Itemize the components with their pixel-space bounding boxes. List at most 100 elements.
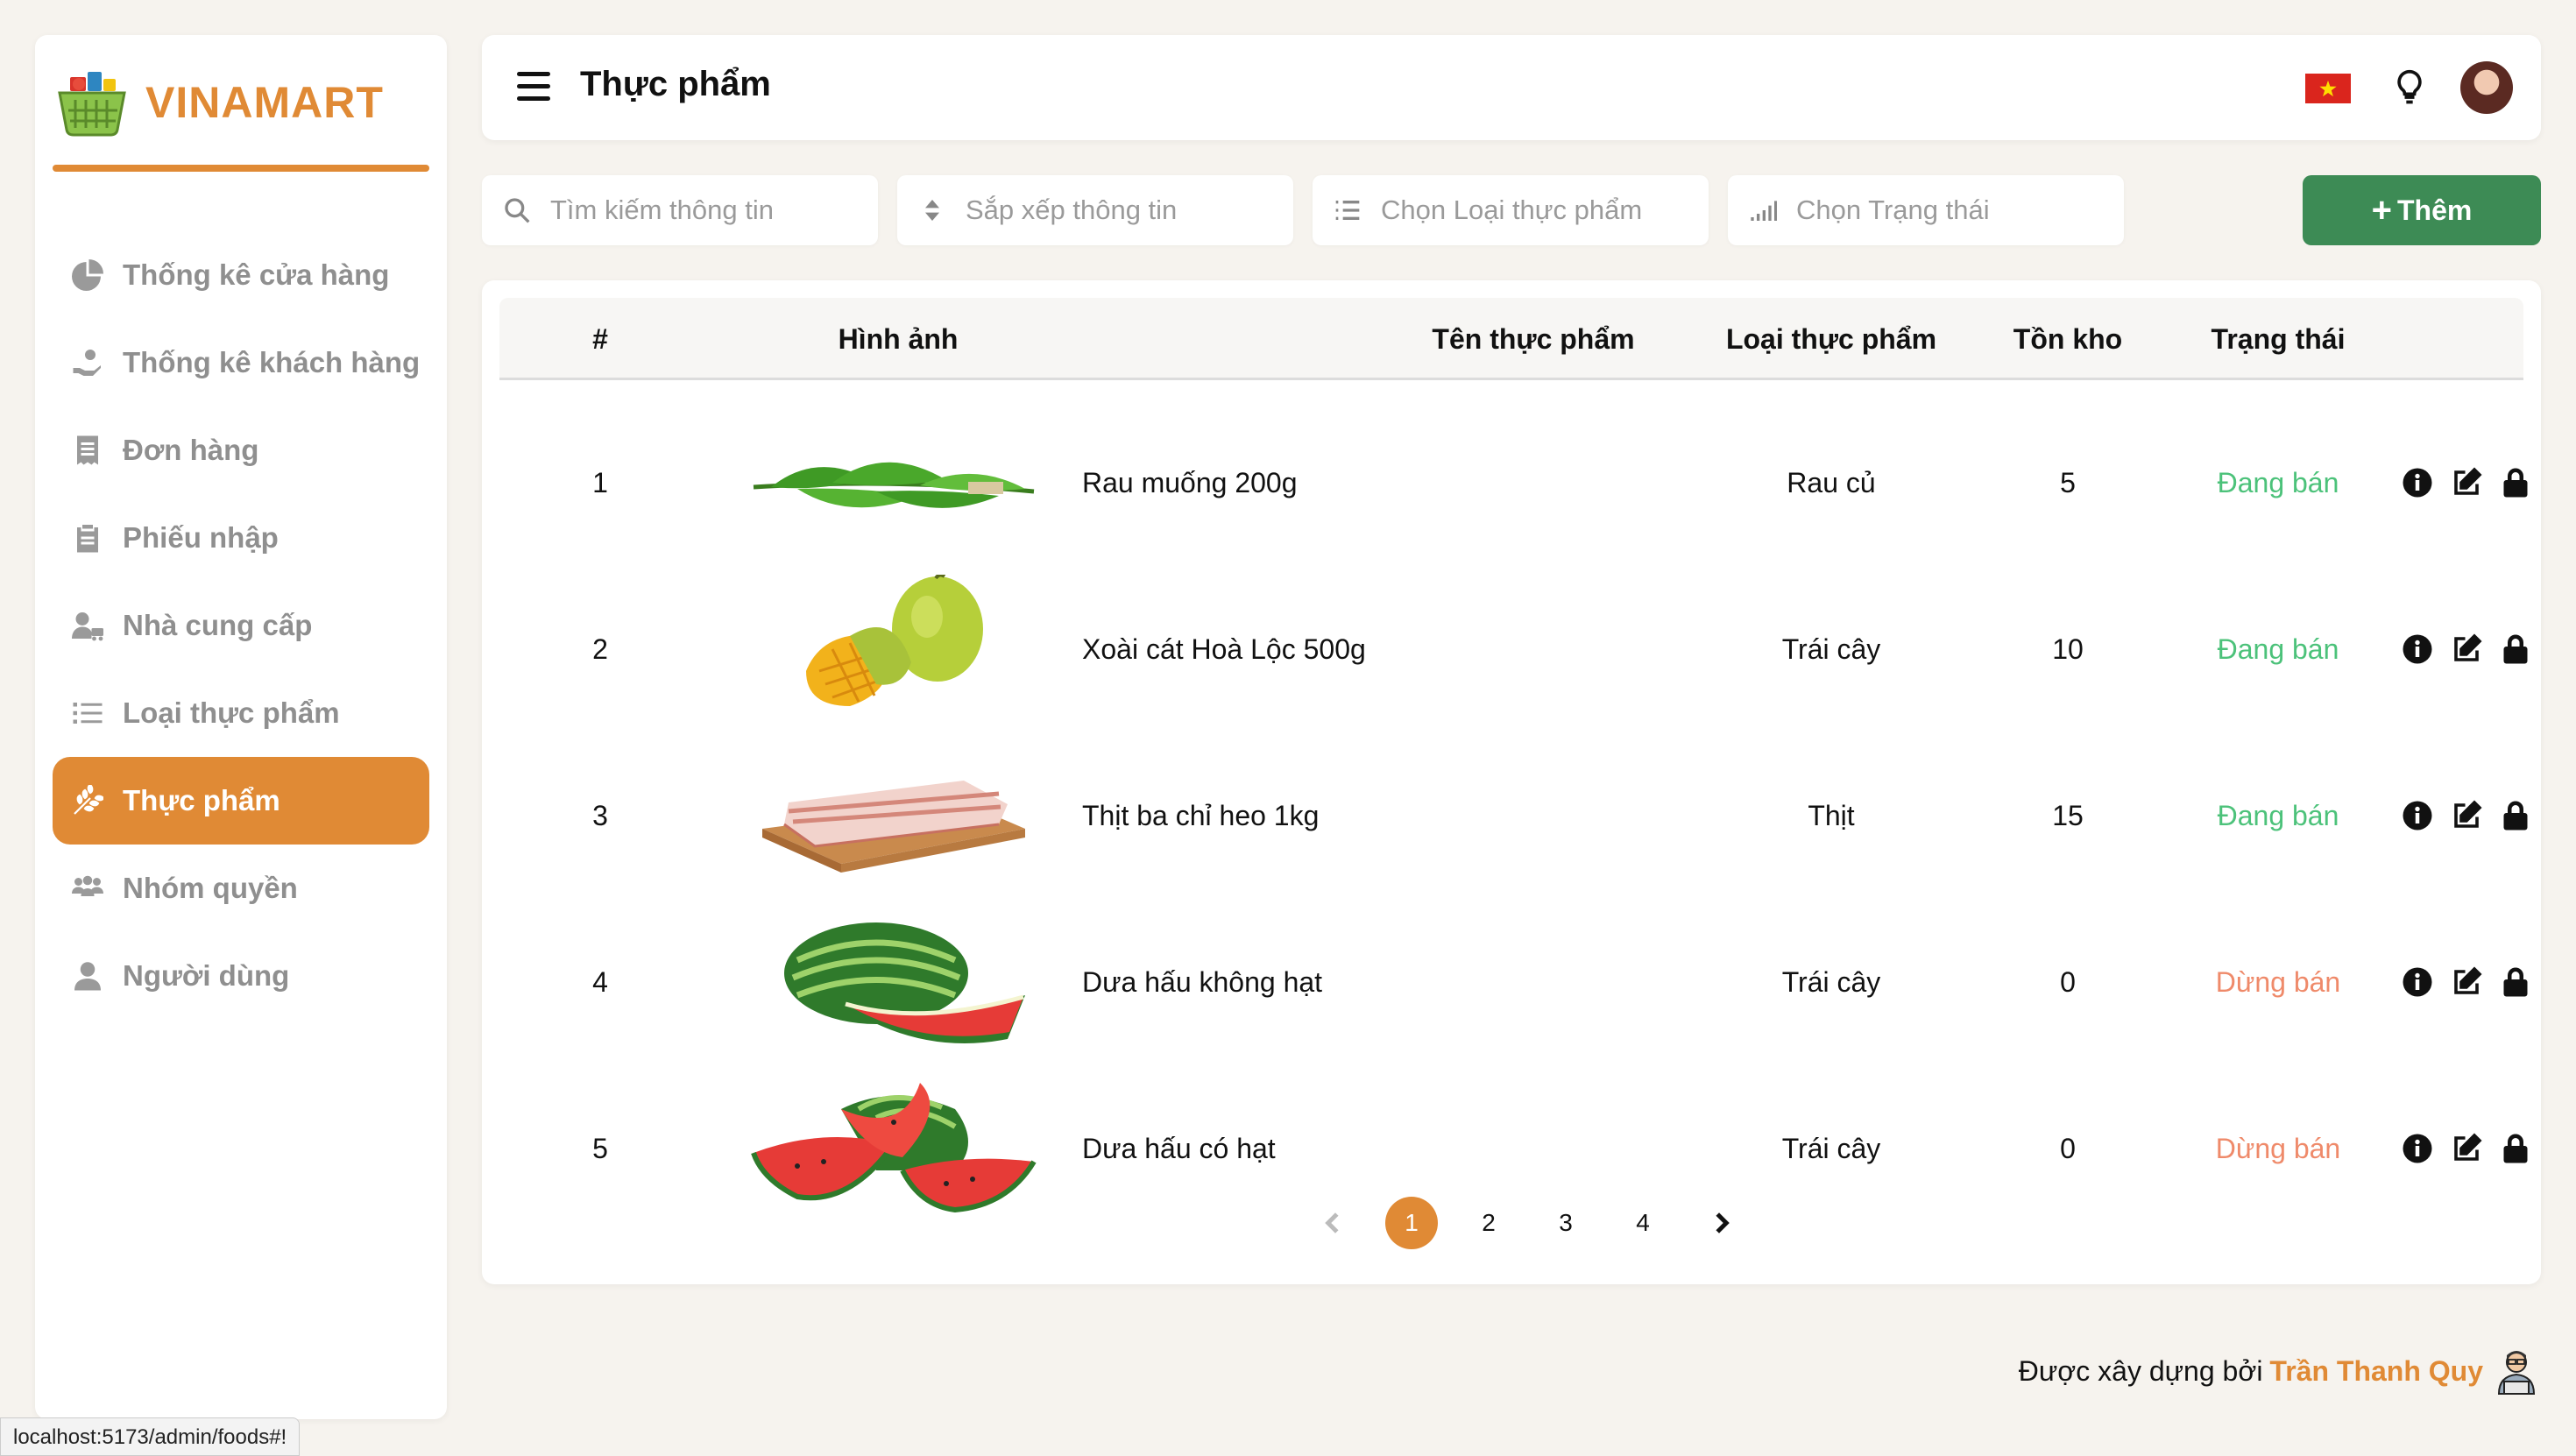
row-actions [2383, 899, 2550, 1065]
info-icon[interactable] [2402, 800, 2433, 831]
sidebar-item-permission-groups[interactable]: Nhóm quyền [53, 845, 429, 932]
table-row: 3 Thịt ba chỉ heo 1kg Thịt 15 Đang bán [499, 732, 2528, 899]
sidebar-item-customer-stats[interactable]: Thống kê khách hàng [53, 319, 429, 406]
status-badge: Đang bán [2217, 799, 2339, 831]
status-select[interactable]: Chọn Trạng thái [1728, 175, 2124, 245]
hand-coin-icon [70, 345, 105, 380]
lock-icon[interactable] [2500, 1133, 2531, 1164]
receipt-icon [70, 433, 105, 468]
lock-icon[interactable] [2500, 467, 2531, 498]
pagination: 1 2 3 4 [482, 1197, 2541, 1255]
food-name: Dưa hấu không hạt [1082, 965, 1323, 998]
food-category: Trái cây [1781, 633, 1881, 665]
row-index: 2 [592, 633, 608, 665]
page-button-2[interactable]: 2 [1462, 1197, 1515, 1249]
status-placeholder: Chọn Trạng thái [1796, 194, 1990, 225]
plus-icon: + [2371, 190, 2392, 230]
food-name: Xoài cát Hoà Lộc 500g [1082, 633, 1366, 665]
sidebar-item-suppliers[interactable]: Nhà cung cấp [53, 582, 429, 669]
next-page-button[interactable] [1695, 1197, 1747, 1249]
sidebar-item-store-stats[interactable]: Thống kê cửa hàng [53, 231, 429, 319]
food-name: Thịt ba chỉ heo 1kg [1082, 799, 1320, 831]
sidebar-item-orders[interactable]: Đơn hàng [53, 406, 429, 494]
pork-belly-image [762, 781, 1025, 873]
sidebar-item-label: Nhà cung cấp [123, 609, 313, 641]
clipboard-icon [70, 520, 105, 555]
edit-icon[interactable] [2451, 467, 2482, 498]
sort-select[interactable]: Sắp xếp thông tin [897, 175, 1293, 245]
status-badge: Dừng bán [2215, 965, 2341, 998]
edit-icon[interactable] [2451, 633, 2482, 665]
sidebar: VINAMART Thống kê cửa hàng Thống kê khác… [35, 35, 447, 1419]
search-input[interactable]: Tìm kiếm thông tin [482, 175, 878, 245]
list-icon [70, 696, 105, 731]
sidebar-item-label: Phiếu nhập [123, 521, 279, 554]
sidebar-item-foods[interactable]: Thực phẩm [53, 757, 429, 845]
table-row: 4 Dưa hấu không hạt Trái cây 0 Dừng bán [499, 899, 2528, 1065]
lock-icon[interactable] [2500, 800, 2531, 831]
row-actions [2383, 732, 2550, 899]
brand[interactable]: VINAMART [54, 54, 431, 151]
list-icon [1335, 201, 1360, 220]
food-image [736, 399, 1051, 566]
sidebar-item-food-categories[interactable]: Loại thực phẩm [53, 669, 429, 757]
hamburger-menu-icon[interactable] [517, 72, 550, 102]
edit-icon[interactable] [2451, 1133, 2482, 1164]
table-row: 1 Rau muống 200g Rau củ 5 Đang bán [499, 399, 2528, 566]
sort-placeholder: Sắp xếp thông tin [966, 194, 1178, 225]
page-button-1[interactable]: 1 [1385, 1197, 1438, 1249]
lock-icon[interactable] [2500, 633, 2531, 665]
top-header: Thực phẩm [482, 35, 2541, 140]
info-icon[interactable] [2402, 966, 2433, 998]
table-row: 2 Xoài cát Hoà Lộc 500g Trái cây 10 Đang… [499, 566, 2528, 732]
footer-author-link[interactable]: Trần Thanh Quy [2269, 1355, 2483, 1388]
sidebar-item-label: Nhóm quyền [123, 872, 298, 904]
info-icon[interactable] [2402, 633, 2433, 665]
food-image [736, 732, 1051, 899]
sidebar-item-label: Người dùng [123, 959, 290, 992]
search-placeholder: Tìm kiếm thông tin [550, 194, 774, 225]
page-title: Thực phẩm [580, 65, 771, 103]
food-category: Thịt [1808, 799, 1855, 831]
lightbulb-icon[interactable] [2390, 68, 2429, 107]
sidebar-item-import-receipts[interactable]: Phiếu nhập [53, 494, 429, 582]
water-spinach-image [753, 462, 1035, 508]
basket-logo-icon [58, 72, 126, 137]
signal-bars-icon [1751, 201, 1777, 221]
vietnam-flag-icon[interactable] [2305, 74, 2351, 103]
chevron-right-icon [1716, 1212, 1730, 1233]
avatar[interactable] [2460, 61, 2513, 114]
add-button[interactable]: + Thêm [2303, 175, 2541, 245]
category-select[interactable]: Chọn Loại thực phẩm [1313, 175, 1709, 245]
info-icon[interactable] [2402, 1133, 2433, 1164]
food-category: Rau củ [1787, 466, 1876, 498]
edit-icon[interactable] [2451, 966, 2482, 998]
column-header-category: Loại thực phẩm [1725, 323, 1937, 355]
sidebar-item-users[interactable]: Người dùng [53, 932, 429, 1020]
food-name: Rau muống 200g [1082, 466, 1298, 498]
sidebar-item-label: Loại thực phẩm [123, 696, 340, 729]
lock-icon[interactable] [2500, 966, 2531, 998]
food-image [736, 566, 1051, 732]
add-button-label: Thêm [2397, 194, 2473, 226]
status-badge: Đang bán [2217, 633, 2339, 665]
column-header-index: # [592, 323, 608, 355]
user-icon [70, 958, 105, 993]
prev-page-button[interactable] [1307, 1197, 1360, 1249]
brand-name: VINAMART [145, 78, 384, 127]
column-header-stock: Tồn kho [2013, 323, 2123, 355]
page-button-4[interactable]: 4 [1617, 1197, 1669, 1249]
page-button-3[interactable]: 3 [1539, 1197, 1592, 1249]
row-index: 1 [592, 466, 608, 498]
food-category: Trái cây [1781, 965, 1881, 998]
seedless-watermelon-image [784, 922, 1025, 1043]
brand-divider [53, 165, 429, 172]
search-icon [505, 198, 530, 223]
category-placeholder: Chọn Loại thực phẩm [1381, 194, 1643, 225]
sort-icon [925, 200, 939, 221]
food-image [736, 899, 1051, 1065]
info-icon[interactable] [2402, 467, 2433, 498]
table-header: # Hình ảnh Tên thực phẩm Loại thực phẩm … [499, 298, 2523, 380]
edit-icon[interactable] [2451, 800, 2482, 831]
developer-icon [2497, 1351, 2536, 1395]
